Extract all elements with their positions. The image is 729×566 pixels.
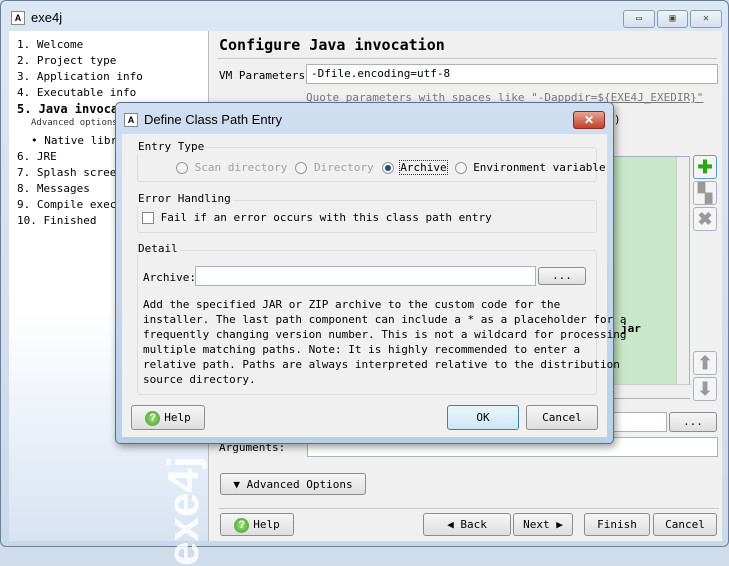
entry-type-radio[interactable]: Scan directory [176, 161, 287, 174]
finish-button[interactable]: Finish [584, 513, 650, 536]
window-title: exe4j [31, 10, 63, 25]
dialog-cancel-button[interactable]: Cancel [526, 405, 598, 430]
arrow-right-icon: ▶ [549, 518, 563, 531]
wizard-step[interactable]: 4. Executable info [17, 86, 136, 99]
arrow-up-icon: ⬆ [697, 353, 713, 373]
remove-entry-button[interactable]: ✖ [693, 207, 717, 231]
archive-description: Add the specified JAR or ZIP archive to … [143, 297, 626, 387]
description-line: multiple matching paths. Note: It is hig… [143, 343, 581, 356]
define-class-path-dialog: A Define Class Path Entry ✕ Scan directo… [115, 102, 626, 444]
maximize-icon: ▣ [669, 13, 676, 24]
entry-type-label: Entry Type [136, 140, 207, 153]
archive-input[interactable] [195, 266, 536, 286]
description-line: frequently changing version number. This… [143, 328, 627, 341]
wizard-step[interactable]: Advanced options: [31, 118, 123, 128]
back-button[interactable]: ◀ Back [423, 513, 511, 536]
move-up-button[interactable]: ⬆ [693, 351, 717, 375]
plus-icon: ✚ [697, 157, 713, 177]
wizard-step[interactable]: 8. Messages [17, 182, 90, 195]
description-line: Add the specified JAR or ZIP archive to … [143, 298, 561, 311]
description-line: relative path. Paths are always interpre… [143, 358, 620, 371]
minimize-icon: ▭ [635, 13, 643, 24]
dialog-title: Define Class Path Entry [144, 112, 283, 127]
triangle-down-icon: ▼ [233, 478, 247, 491]
detail-label: Detail [136, 242, 180, 255]
add-entry-button[interactable]: ✚ [693, 155, 717, 179]
dialog-body: Scan directory Directory Archive Environ… [122, 134, 626, 437]
error-handling-label: Error Handling [136, 192, 233, 205]
wizard-step[interactable]: 2. Project type [17, 54, 116, 67]
checkbox-icon [142, 212, 154, 224]
dialog-help-button[interactable]: ? Help [131, 405, 205, 430]
wizard-step[interactable]: 1. Welcome [17, 38, 83, 51]
entry-type-radio[interactable]: Environment variable [454, 161, 606, 174]
browse-button[interactable]: ... [669, 412, 717, 432]
vm-parameters-label: VM Parameters: [219, 69, 312, 82]
arrow-left-icon: ◀ [447, 518, 461, 531]
ok-button[interactable]: OK [447, 405, 519, 430]
vm-parameters-input[interactable]: -Dfile.encoding=utf-8 [306, 64, 718, 84]
wizard-step[interactable]: 6. JRE [17, 150, 57, 163]
close-icon: ✕ [583, 113, 595, 127]
edit-icon: ▚ [698, 183, 712, 203]
cancel-button[interactable]: Cancel [653, 513, 717, 536]
dialog-close-button[interactable]: ✕ [573, 111, 605, 129]
description-line: source directory. [143, 373, 256, 386]
wizard-step[interactable]: 10. Finished [17, 214, 96, 227]
exe4j-watermark: exe4j [159, 455, 208, 566]
arrow-down-icon: ⬇ [697, 379, 713, 399]
move-down-button[interactable]: ⬇ [693, 377, 717, 401]
help-icon: ? [234, 517, 250, 533]
wizard-step[interactable]: 3. Application info [17, 70, 143, 83]
archive-label: Archive: [143, 271, 196, 284]
minimize-button[interactable]: ▭ [623, 10, 655, 28]
paren-text: ) [614, 113, 621, 126]
help-icon: ? [145, 410, 161, 426]
detail-group: Archive: ... Add the specified JAR or ZI… [137, 250, 626, 395]
edit-entry-button[interactable]: ▚ [693, 181, 717, 205]
fail-on-error-checkbox[interactable]: Fail if an error occurs with this class … [142, 211, 492, 224]
remove-icon: ✖ [697, 209, 713, 229]
description-line: installer. The last path component can i… [143, 313, 627, 326]
help-button[interactable]: ? Help [220, 513, 294, 536]
radio-icon [176, 162, 188, 174]
radio-icon [454, 162, 467, 174]
advanced-options-button[interactable]: ▼ Advanced Options [220, 473, 366, 495]
close-icon: ✕ [702, 13, 710, 24]
page-title: Configure Java invocation [219, 36, 445, 54]
app-icon: A [11, 11, 25, 25]
wizard-step[interactable]: 5. Java invoca [17, 102, 118, 116]
entry-type-radio[interactable]: Archive [381, 160, 448, 175]
archive-browse-button[interactable]: ... [538, 267, 586, 285]
maximize-button[interactable]: ▣ [657, 10, 688, 28]
wizard-step[interactable]: 9. Compile execu [17, 198, 123, 211]
close-button[interactable]: ✕ [690, 10, 722, 28]
dialog-icon: A [124, 113, 138, 127]
entry-type-radio[interactable]: Directory [295, 161, 374, 174]
radio-icon [295, 162, 308, 174]
wizard-step[interactable]: • Native libra [31, 134, 124, 147]
wizard-step[interactable]: 7. Splash screen [17, 166, 123, 179]
vertical-scrollbar[interactable] [676, 157, 689, 385]
next-button[interactable]: Next ▶ [513, 513, 573, 536]
radio-icon [381, 162, 394, 174]
